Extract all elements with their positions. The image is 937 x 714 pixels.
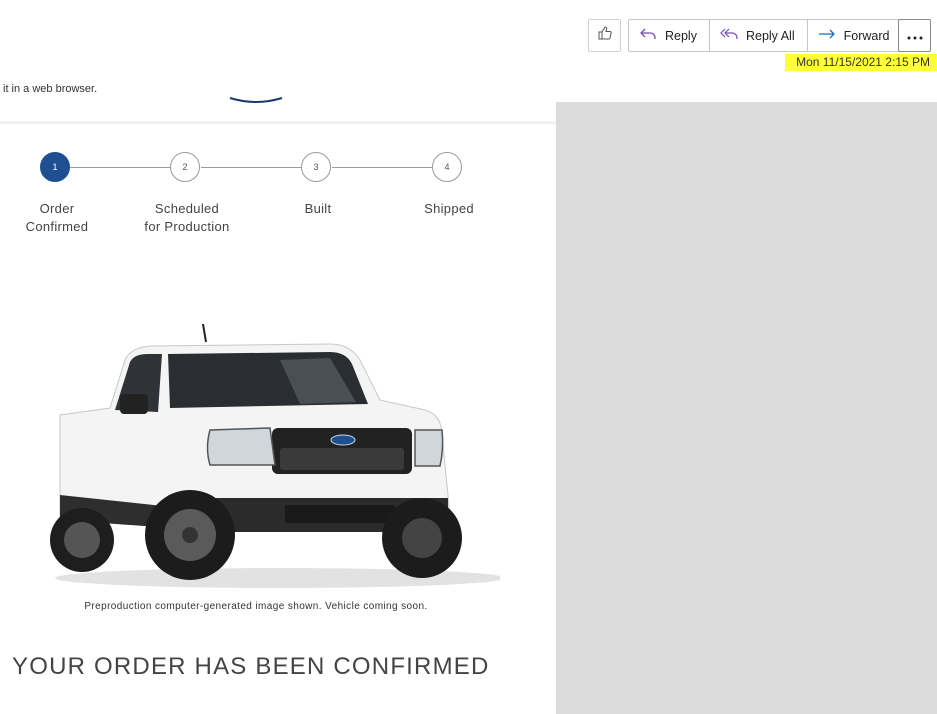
reply-all-icon [720, 27, 746, 44]
web-browser-note: it in a web browser. [3, 83, 98, 95]
more-options-icon [907, 27, 923, 45]
step-2-label: Scheduled for Production [144, 201, 230, 234]
reply-icon [639, 27, 665, 44]
step-1-circle: 1 [40, 152, 70, 182]
received-date: Mon 11/15/2021 2:15 PM [785, 54, 937, 71]
logo-icon [229, 97, 283, 103]
reply-label: Reply [665, 28, 697, 43]
image-caption: Preproduction computer-generated image s… [84, 601, 428, 612]
thumbs-up-icon [597, 25, 613, 46]
like-button[interactable] [588, 19, 621, 52]
step-3-label: Built [304, 201, 332, 216]
reply-all-button[interactable]: Reply All [710, 20, 808, 51]
reply-button[interactable]: Reply [629, 20, 710, 51]
step-4-circle: 4 [432, 152, 462, 182]
more-options-button[interactable] [898, 19, 931, 52]
step-3-circle: 3 [301, 152, 331, 182]
step-4-label: Shipped [424, 201, 474, 216]
forward-label: Forward [843, 28, 890, 43]
vehicle-image [50, 323, 500, 588]
forward-icon [818, 27, 844, 44]
step-connector [332, 167, 432, 168]
page-headline: YOUR ORDER HAS BEEN CONFIRMED [12, 653, 490, 680]
step-1-label: Order Confirmed [25, 201, 89, 234]
step-connector [201, 167, 301, 168]
reply-button-group: Reply Reply All Forward [628, 19, 903, 52]
reading-pane-background [556, 102, 937, 714]
reply-all-label: Reply All [745, 28, 795, 43]
forward-button[interactable]: Forward [808, 20, 902, 51]
divider [0, 121, 556, 124]
step-connector [70, 167, 170, 168]
step-2-circle: 2 [170, 152, 200, 182]
